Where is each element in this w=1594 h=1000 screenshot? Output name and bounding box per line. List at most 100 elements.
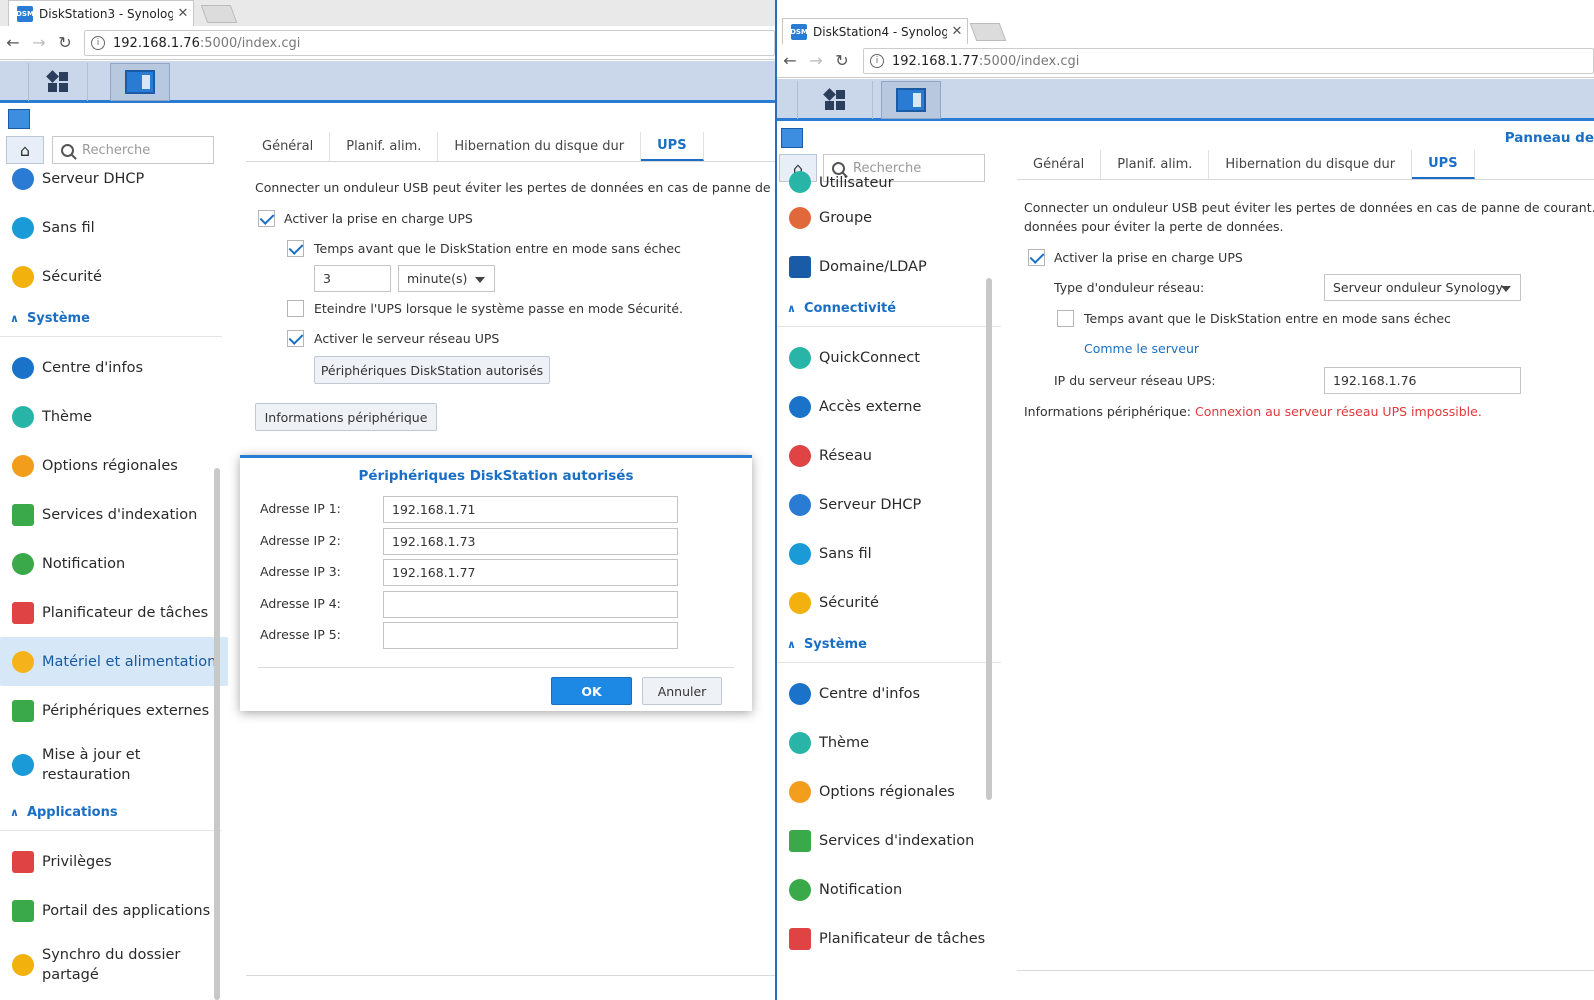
server-ip-input[interactable]: 192.168.1.76 xyxy=(1324,367,1521,394)
same-as-server-link[interactable]: Comme le serveur xyxy=(1084,341,1199,356)
ip-address-input-2[interactable]: 192.168.1.73 xyxy=(383,527,678,555)
ip-address-input-5[interactable] xyxy=(383,622,678,649)
safe-mode-time-checkbox[interactable] xyxy=(1057,310,1074,327)
browser-tab-diskstation3[interactable]: DSM DiskStation3 - Synology ✕ xyxy=(8,0,194,26)
sidebar-item-options-regionales[interactable]: Options régionales xyxy=(777,767,1007,816)
sidebar-item-label: Sécurité xyxy=(819,594,879,611)
time-value-input[interactable]: 3 xyxy=(314,265,391,292)
sidebar-item-synchro-du-dossier-partage[interactable]: Synchro du dossier partagé xyxy=(0,935,228,995)
sidebar-item-acces-externe[interactable]: Accès externe xyxy=(777,382,1007,431)
sidebar-item-sans-fil[interactable]: Sans fil xyxy=(0,203,228,252)
sidebar-section-syst-me[interactable]: ∧ Système xyxy=(777,627,1001,663)
sidebar-section-label: Système xyxy=(803,637,867,652)
ip-address-input-3[interactable]: 192.168.1.77 xyxy=(383,559,678,586)
close-tab-icon[interactable]: ✕ xyxy=(173,6,193,21)
device-info-status: Informations périphérique: Connexion au … xyxy=(1024,404,1482,419)
safe-mode-time-label: Temps avant que le DiskStation entre en … xyxy=(314,241,681,256)
sidebar-item-utilisateur[interactable]: Utilisateur xyxy=(777,163,1007,193)
forward-arrow-icon[interactable]: → xyxy=(26,33,52,52)
ok-button[interactable]: OK xyxy=(551,677,632,705)
sidebar-item-reseau[interactable]: Réseau xyxy=(777,431,1007,480)
tab-general[interactable]: Général xyxy=(246,132,331,161)
tab-title: DiskStation4 - Synology xyxy=(813,24,947,39)
forward-arrow-icon[interactable]: → xyxy=(803,51,829,70)
network-ups-type-select[interactable]: Serveur onduleur Synology xyxy=(1324,274,1521,301)
tab-ups[interactable]: UPS xyxy=(641,132,704,161)
new-tab-button[interactable] xyxy=(969,23,1007,41)
ip-address-input-4[interactable] xyxy=(383,590,678,618)
sidebar-item-centre-d-infos[interactable]: Centre d'infos xyxy=(0,343,228,392)
sidebar-item-materiel-et-alimentation[interactable]: Matériel et alimentation xyxy=(0,637,228,686)
sidebar-item-securite[interactable]: Sécurité xyxy=(0,252,228,301)
sidebar-item-centre-d-infos[interactable]: Centre d'infos xyxy=(777,669,1007,718)
sidebar-section-syst-me[interactable]: ∧ Système xyxy=(0,301,222,337)
sidebar-item-mise-a-jour-et-restauration[interactable]: Mise à jour et restauration xyxy=(0,735,228,795)
sidebar-item-serveur-dhcp[interactable]: Serveur DHCP xyxy=(0,154,228,203)
tab-hibernation-du-disque-dur[interactable]: Hibernation du disque dur xyxy=(1209,150,1413,179)
back-arrow-icon[interactable]: ← xyxy=(777,51,803,70)
sidebar-item-label: Centre d'infos xyxy=(42,359,144,376)
sidebar-item-peripheriques-externes[interactable]: Périphériques externes xyxy=(0,686,228,735)
sidebar-item-label: Services d'indexation xyxy=(42,506,198,523)
tab-planif-alim[interactable]: Planif. alim. xyxy=(330,132,439,161)
sidebar-section-applications[interactable]: ∧ Applications xyxy=(0,795,222,831)
sidebar-item-label: Thème xyxy=(819,734,870,751)
reload-icon[interactable]: ↻ xyxy=(52,33,78,52)
taskbar-control-panel-button[interactable] xyxy=(110,63,170,101)
tab-hibernation-du-disque-dur[interactable]: Hibernation du disque dur xyxy=(438,132,642,161)
device-info-button[interactable]: Informations périphérique xyxy=(255,403,437,431)
shutdown-ups-checkbox[interactable] xyxy=(287,300,304,317)
sidebar-item-options-regionales[interactable]: Options régionales xyxy=(0,441,228,490)
sidebar-item-portail-des-applications[interactable]: Portail des applications xyxy=(0,886,228,935)
reload-icon[interactable]: ↻ xyxy=(829,51,855,70)
back-arrow-icon[interactable]: ← xyxy=(0,33,26,52)
url-field[interactable]: i 192.168.1.77:5000/index.cgi xyxy=(863,48,1594,74)
browser-tab-diskstation4[interactable]: DSM DiskStation4 - Synology ✕ xyxy=(782,18,968,44)
sidebar-scrollbar[interactable] xyxy=(986,278,992,800)
sidebar-item-groupe[interactable]: Groupe xyxy=(777,193,1007,242)
sidebar-item-theme[interactable]: Thème xyxy=(777,718,1007,767)
sidebar-item-label: Réseau xyxy=(819,447,872,464)
sidebar-item-notification[interactable]: Notification xyxy=(0,539,228,588)
sidebar-item-serveur-dhcp[interactable]: Serveur DHCP xyxy=(777,480,1007,529)
sidebar-item-securite[interactable]: Sécurité xyxy=(777,578,1007,627)
sidebar-section-connectivit-[interactable]: ∧ Connectivité xyxy=(777,291,1001,327)
enable-ups-checkbox[interactable] xyxy=(258,210,275,227)
enable-ups-server-checkbox[interactable] xyxy=(287,330,304,347)
sidebar-item-domaine-ldap[interactable]: Domaine/LDAP xyxy=(777,242,1007,291)
sidebar-item-quickconnect[interactable]: QuickConnect xyxy=(777,333,1007,382)
sidebar-item-planificateur-de-taches[interactable]: Planificateur de tâches xyxy=(0,588,228,637)
sidebar-item-notification[interactable]: Notification xyxy=(777,865,1007,914)
main-menu-button[interactable] xyxy=(28,63,88,101)
sidebar-item-services-d-indexation[interactable]: Services d'indexation xyxy=(0,490,228,539)
site-info-icon[interactable]: i xyxy=(870,54,884,68)
taskbar-control-panel-button[interactable] xyxy=(881,81,941,119)
sidebar-item-theme[interactable]: Thème xyxy=(0,392,228,441)
sidebar-item-privileges[interactable]: Privilèges xyxy=(0,837,228,886)
site-info-icon[interactable]: i xyxy=(91,36,105,50)
sidebar-item-sans-fil[interactable]: Sans fil xyxy=(777,529,1007,578)
cloud-icon xyxy=(789,346,811,369)
url-field[interactable]: i 192.168.1.76:5000/index.cgi xyxy=(84,30,775,56)
tab-planif-alim[interactable]: Planif. alim. xyxy=(1101,150,1210,179)
new-tab-button[interactable] xyxy=(200,5,238,23)
ip-address-input-1[interactable]: 192.168.1.71 xyxy=(383,496,678,523)
sidebar-item-services-d-indexation[interactable]: Services d'indexation xyxy=(777,816,1007,865)
shield-icon xyxy=(789,591,811,614)
tab-general[interactable]: Général xyxy=(1017,150,1102,179)
enable-ups-checkbox[interactable] xyxy=(1028,249,1045,266)
safe-mode-time-checkbox[interactable] xyxy=(287,240,304,257)
sidebar-item-planificateur-de-taches[interactable]: Planificateur de tâches xyxy=(777,914,1007,963)
sidebar-scrollbar[interactable] xyxy=(214,468,220,1000)
settings-tabs: Général Planif. alim. Hibernation du disqu… xyxy=(1017,150,1594,180)
tab-ups[interactable]: UPS xyxy=(1412,150,1475,179)
sidebar-item-terminal-snmp[interactable]: Terminal & SNMP xyxy=(0,995,228,1000)
close-tab-icon[interactable]: ✕ xyxy=(947,24,967,39)
control-panel-app-icon xyxy=(8,109,30,129)
time-unit-select[interactable]: minute(s) xyxy=(398,265,495,292)
main-menu-button[interactable] xyxy=(797,81,873,119)
cancel-button[interactable]: Annuler xyxy=(642,677,722,705)
blocks-icon xyxy=(12,850,34,873)
ip-address-label: Adresse IP 5: xyxy=(260,627,341,642)
allowed-devices-button[interactable]: Périphériques DiskStation autorisés xyxy=(314,356,550,384)
